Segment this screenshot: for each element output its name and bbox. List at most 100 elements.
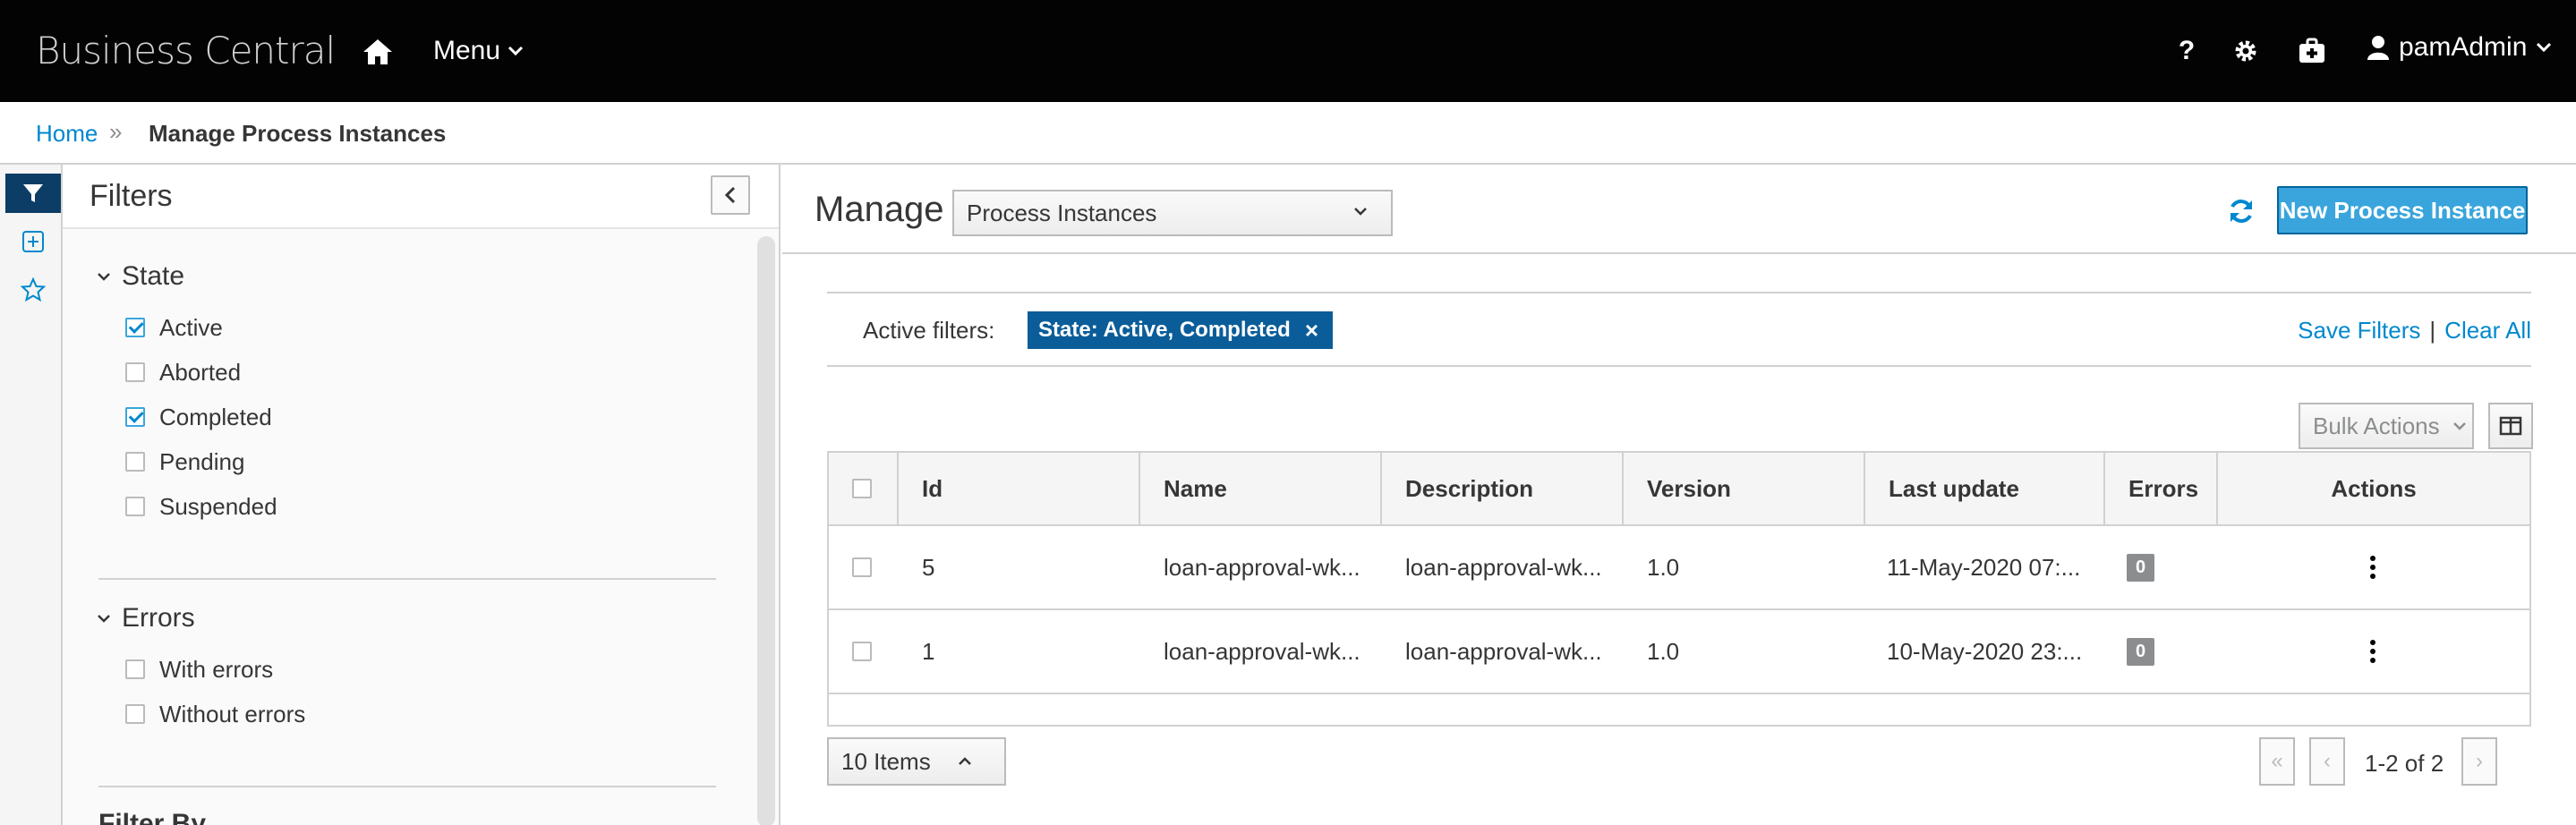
prev-page-button[interactable]: ‹ <box>2309 737 2345 786</box>
checkbox-checked[interactable] <box>125 407 145 427</box>
cell-last-update: 10-May-2020 23:... <box>1887 637 2083 665</box>
column-header-name[interactable]: Name <box>1140 453 1382 524</box>
gear-icon[interactable] <box>2229 34 2263 68</box>
save-filters-link[interactable]: Save Filters <box>2298 317 2420 344</box>
close-icon[interactable]: × <box>1305 317 1318 344</box>
active-filters-label: Active filters: <box>863 317 995 344</box>
breadcrumb: Home » Manage Process Instances <box>0 102 2576 165</box>
filter-group-filter-by[interactable]: Filter By <box>98 809 206 825</box>
filter-option-pending[interactable]: Pending <box>125 446 244 478</box>
page-size-select[interactable]: 10 Items <box>827 737 1006 786</box>
filter-group-state[interactable]: State <box>97 261 184 292</box>
filters-panel: Filters State Active Aborted Completed P… <box>63 165 780 825</box>
cell-description: loan-approval-wk... <box>1405 637 1602 665</box>
filter-option-aborted[interactable]: Aborted <box>125 356 241 388</box>
checkbox-unchecked[interactable] <box>125 362 145 382</box>
checkbox-checked[interactable] <box>125 318 145 337</box>
row-checkbox[interactable] <box>852 557 872 577</box>
chevron-down-icon <box>1354 208 1367 216</box>
user-icon <box>2367 36 2389 60</box>
select-all-cell <box>829 453 899 524</box>
checkbox-unchecked[interactable] <box>125 704 145 724</box>
filter-option-active[interactable]: Active <box>125 311 223 344</box>
errors-badge[interactable]: 0 <box>2127 637 2155 666</box>
cell-id: 5 <box>922 553 935 581</box>
briefcase-icon[interactable] <box>2295 34 2329 68</box>
filter-links: Save Filters | Clear All <box>2298 317 2531 344</box>
top-navbar: Business Central Menu ? pamAdmin <box>0 0 2576 102</box>
new-process-instance-button[interactable]: New Process Instance <box>2277 186 2528 234</box>
page-size-value: 10 Items <box>841 747 931 775</box>
bulk-actions-button[interactable]: Bulk Actions <box>2299 403 2474 449</box>
filters-scrollbar[interactable] <box>757 236 775 825</box>
row-checkbox-cell <box>852 610 872 693</box>
first-page-button[interactable]: « <box>2259 737 2295 786</box>
checkbox-unchecked[interactable] <box>125 659 145 679</box>
collapse-panel-button[interactable] <box>711 175 750 215</box>
chevron-down-icon <box>508 46 524 56</box>
brand-logo[interactable]: Business Central <box>36 29 336 72</box>
column-header-actions: Actions <box>2331 474 2417 502</box>
column-header-errors[interactable]: Errors <box>2105 453 2218 524</box>
menu-label: Menu <box>433 36 501 65</box>
star-icon[interactable] <box>5 270 61 310</box>
filter-option-completed[interactable]: Completed <box>125 401 272 433</box>
user-menu[interactable]: pamAdmin <box>2367 32 2552 63</box>
column-header-version[interactable]: Version <box>1624 453 1865 524</box>
chevron-down-icon <box>2452 422 2466 430</box>
filter-chip-label: State: Active, Completed <box>1038 318 1291 342</box>
column-header-id[interactable]: Id <box>899 453 1140 524</box>
bulk-actions-label: Bulk Actions <box>2313 412 2440 439</box>
column-picker-icon[interactable] <box>2488 403 2533 449</box>
cell-name: loan-approval-wk... <box>1164 637 1361 665</box>
column-header-last-update[interactable]: Last update <box>1865 453 2105 524</box>
add-filter-icon[interactable] <box>5 222 61 261</box>
chevron-down-icon <box>2537 42 2552 53</box>
chevron-down-icon <box>98 273 110 281</box>
filter-icon[interactable] <box>5 174 61 213</box>
filter-option-label: Active <box>159 313 223 341</box>
filter-group-errors[interactable]: Errors <box>97 603 195 634</box>
chevron-up-icon <box>958 757 971 765</box>
menu-dropdown[interactable]: Menu <box>433 32 524 70</box>
select-all-checkbox[interactable] <box>852 479 872 498</box>
main-header: Manage Process Instances New Process Ins… <box>782 165 2576 254</box>
cell-last-update: 11-May-2020 07:... <box>1887 553 2081 581</box>
active-filters-bar: Active filters: State: Active, Completed… <box>827 292 2531 367</box>
filter-option-suspended[interactable]: Suspended <box>125 490 277 523</box>
chevron-left-icon <box>724 186 736 204</box>
errors-badge[interactable]: 0 <box>2127 553 2155 582</box>
kebab-menu-icon[interactable] <box>2370 526 2376 608</box>
filter-divider <box>98 578 716 580</box>
chevron-down-icon <box>98 615 110 623</box>
filter-option-without-errors[interactable]: Without errors <box>125 698 305 730</box>
breadcrumb-separator: » <box>109 118 123 145</box>
column-header-description[interactable]: Description <box>1382 453 1624 524</box>
breadcrumb-home-link[interactable]: Home <box>36 120 98 148</box>
table-header: Id Name Description Version Last update … <box>827 451 2531 526</box>
manage-select[interactable]: Process Instances <box>952 190 1393 236</box>
checkbox-unchecked[interactable] <box>125 497 145 516</box>
help-icon[interactable]: ? <box>2170 34 2204 68</box>
filter-group-title: Errors <box>122 603 195 633</box>
next-page-button[interactable]: › <box>2461 737 2497 786</box>
filter-divider <box>98 786 716 787</box>
row-checkbox-cell <box>852 526 872 608</box>
table-row[interactable]: 5 loan-approval-wk... loan-approval-wk..… <box>827 526 2531 610</box>
filter-option-with-errors[interactable]: With errors <box>125 653 273 685</box>
home-icon[interactable] <box>360 34 396 70</box>
row-checkbox[interactable] <box>852 642 872 661</box>
cell-version: 1.0 <box>1647 637 1680 665</box>
filter-option-label: Pending <box>159 447 245 475</box>
filter-icon-strip <box>0 165 63 825</box>
filters-title: Filters <box>90 179 173 213</box>
cell-errors: 0 <box>2127 610 2155 693</box>
clear-all-link[interactable]: Clear All <box>2444 317 2531 344</box>
refresh-icon[interactable] <box>2223 193 2259 229</box>
checkbox-unchecked[interactable] <box>125 452 145 472</box>
kebab-menu-icon[interactable] <box>2370 610 2376 693</box>
help-label: ? <box>2178 36 2196 65</box>
cell-name: loan-approval-wk... <box>1164 553 1361 581</box>
table-row[interactable]: 1 loan-approval-wk... loan-approval-wk..… <box>827 610 2531 694</box>
breadcrumb-current: Manage Process Instances <box>149 120 447 147</box>
